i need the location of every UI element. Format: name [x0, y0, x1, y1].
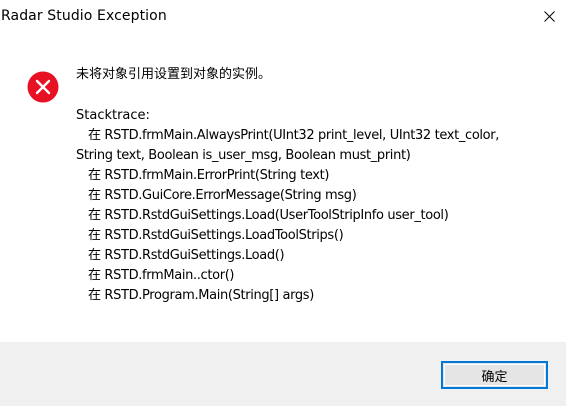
stacktrace-line: 在 RSTD.RstdGuiSettings.LoadToolStrips()	[88, 228, 344, 243]
exception-dialog: Radar Studio Exception 未将对象引用设置到对象的实例。 S…	[0, 0, 566, 406]
stacktrace-line: 在 RSTD.RstdGuiSettings.Load()	[88, 248, 285, 263]
message-area: 未将对象引用设置到对象的实例。 Stacktrace: 在 RSTD.frmMa…	[76, 66, 546, 306]
error-icon	[27, 71, 59, 103]
stacktrace-line: String text, Boolean is_user_msg, Boolea…	[76, 148, 411, 163]
title-bar[interactable]: Radar Studio Exception	[0, 0, 566, 33]
stacktrace-header: Stacktrace:	[76, 108, 150, 123]
stacktrace-line: 在 RSTD.frmMain.ErrorPrint(String text)	[88, 168, 330, 183]
stacktrace-line: 在 RSTD.frmMain..ctor()	[88, 268, 235, 283]
stacktrace-line: 在 RSTD.RstdGuiSettings.Load(UserToolStri…	[88, 208, 449, 223]
stacktrace-line: 在 RSTD.frmMain.AlwaysPrint(UInt32 print_…	[88, 128, 500, 143]
stacktrace-line: 在 RSTD.GuiCore.ErrorMessage(String msg)	[88, 188, 357, 203]
stacktrace-line: 在 RSTD.Program.Main(String[] args)	[88, 288, 314, 303]
close-button[interactable]	[530, 0, 566, 33]
ok-button-label: 确定	[481, 369, 508, 385]
window-title: Radar Studio Exception	[1, 8, 167, 24]
error-message: 未将对象引用设置到对象的实例。	[76, 67, 272, 82]
close-icon	[544, 11, 555, 22]
ok-button[interactable]: 确定	[441, 361, 548, 389]
button-bar: 确定	[0, 342, 566, 406]
